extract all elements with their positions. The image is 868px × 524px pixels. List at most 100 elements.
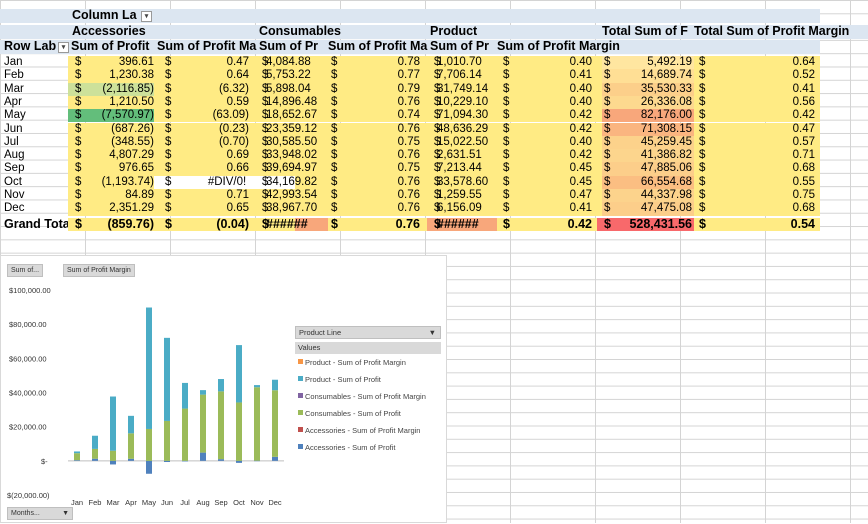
row-label: Feb xyxy=(4,69,24,82)
value-c: 23,359.12 xyxy=(266,122,318,135)
total-sum-profit-header: Total Sum of F xyxy=(602,25,688,38)
value-a: (348.55) xyxy=(111,135,154,148)
value-t: 26,336.08 xyxy=(640,95,692,108)
value-cm: 0.76 xyxy=(397,202,420,215)
bar-mar-series-0 xyxy=(110,460,116,465)
x-tick-label: Mar xyxy=(107,498,120,507)
value-cm: 0.76 xyxy=(395,216,420,231)
pivot-row: Feb $ $ $ $ $ $ $ $1,230.38 0.64 5,753.22 0.77 7,706… xyxy=(0,69,868,83)
value-t: 14,689.74 xyxy=(640,69,692,82)
legend-label: Consumables - Sum of Profit xyxy=(305,409,401,418)
bar-nov-series-1 xyxy=(254,387,260,461)
value-a: (7,570.97) xyxy=(101,109,154,122)
subheader-3: Sum of Profit Ma xyxy=(328,40,428,53)
y-tick-label: $(20,000.00) xyxy=(7,491,50,500)
bar-jul-series-0 xyxy=(182,460,188,462)
pivot-chart[interactable]: Sum of... Sum of Profit Margin $100,000.… xyxy=(0,255,447,523)
x-tick-label: Apr xyxy=(125,498,137,507)
row-label: Grand Tota xyxy=(4,217,68,231)
bar-sep-series-2 xyxy=(218,379,224,392)
bar-jun-series-1 xyxy=(164,420,170,461)
value-p: 6,156.09 xyxy=(437,202,482,215)
value-cm: 0.76 xyxy=(397,149,420,162)
row-labels-filter-button[interactable]: ▾ xyxy=(58,42,69,53)
value-c: 14,896.48 xyxy=(266,95,318,108)
value-p: 7,213.44 xyxy=(437,162,482,175)
subheader-5: Sum of Profit Margin xyxy=(497,40,620,53)
value-pm: 0.47 xyxy=(569,189,592,201)
legend-item: Accessories - Sum of Profit Margin xyxy=(295,422,441,439)
legend-item: Consumables - Sum of Profit xyxy=(295,405,441,422)
value-a: 1,230.38 xyxy=(109,69,154,82)
row-labels: Row Lab xyxy=(4,40,57,53)
legend-filter-product-line[interactable]: Product Line ▼ xyxy=(295,326,441,339)
value-a: 4,807.29 xyxy=(109,149,154,162)
bar-sep-series-0 xyxy=(218,459,224,461)
value-a: 976.65 xyxy=(118,162,154,175)
pivot-row: Oct $ $ $ $ $ $ $ $ (1,193.74) #DIV/0! 34,169.82 0.7… xyxy=(0,175,868,189)
y-tick-label: $- xyxy=(41,457,48,466)
value-cm: 0.77 xyxy=(397,69,420,82)
legend-label: Consumables - Sum of Profit Margin xyxy=(305,392,426,401)
bar-may-series-0 xyxy=(146,460,152,474)
value-cm: 0.76 xyxy=(397,189,420,201)
bar-dec-series-1 xyxy=(272,390,278,457)
legend-label: Product - Sum of Profit Margin xyxy=(305,358,406,367)
bar-aug-series-0 xyxy=(200,452,206,461)
value-tm: 0.56 xyxy=(792,95,815,108)
pivot-row: Jan $ $ $ $ $ $ $ $396.61 0.47 4,084.88 0.78 1,010.7… xyxy=(0,56,868,70)
x-tick-label: Jul xyxy=(180,498,190,507)
column-labels-filter-button[interactable]: ▾ xyxy=(141,11,152,22)
value-tm: 0.68 xyxy=(792,202,815,215)
value-p: 1,010.70 xyxy=(437,56,482,68)
bar-may-series-2 xyxy=(146,307,152,429)
legend-item: Product - Sum of Profit Margin xyxy=(295,354,441,371)
legend-label: Accessories - Sum of Profit Margin xyxy=(305,426,421,435)
value-c: 5,898.04 xyxy=(266,82,311,95)
subheader-4: Sum of Pr xyxy=(430,40,490,53)
bar-jun-series-0 xyxy=(164,460,170,463)
x-tick-label: Jan xyxy=(71,498,83,507)
group-consumables: Consumables xyxy=(259,24,341,38)
value-cm: 0.74 xyxy=(397,109,420,122)
x-tick-label: Sep xyxy=(214,498,227,507)
value-am: 0.64 xyxy=(226,69,249,82)
value-am: 0.47 xyxy=(226,56,249,68)
value-tm: 0.68 xyxy=(792,162,815,175)
value-a: (1,193.74) xyxy=(101,175,154,188)
value-p: 7,706.14 xyxy=(437,69,482,82)
pivot-row: Jun $ $ $ $ $ $ $ $ (687.26) (0.23) 23,359.12 0.76 48… xyxy=(0,122,868,136)
axis-field-label: Months... xyxy=(11,510,40,517)
value-a: 2,351.29 xyxy=(109,202,154,215)
value-c: ###### xyxy=(266,216,308,231)
value-a: 1,210.50 xyxy=(109,95,154,108)
pivot-row: Nov $ $ $ $ $ $ $ $84.89 0.71 42,993.54 0.76 1,259.5… xyxy=(0,189,868,203)
legend-label: Accessories - Sum of Profit xyxy=(305,443,396,452)
bar-aug-series-1 xyxy=(200,394,206,453)
row-label: Mar xyxy=(4,82,24,95)
pivot-row: Apr $ $ $ $ $ $ $ $1,210.50 0.59 14,896.48 0.76 10,2… xyxy=(0,95,868,110)
row-label: Dec xyxy=(4,202,25,215)
bar-dec-series-0 xyxy=(272,456,278,461)
bar-apr-series-1 xyxy=(128,433,134,459)
value-am: 0.59 xyxy=(226,95,249,108)
pivot-row: Sep $ $ $ $ $ $ $ $976.65 0.66 39,694.97 0.75 7,213.… xyxy=(0,162,868,176)
value-p: 1,259.55 xyxy=(437,189,482,201)
pivot-header-row-2: Accessories Consumables Product Total Sum o… xyxy=(0,24,868,39)
bar-sep-series-1 xyxy=(218,391,224,460)
axis-field-months[interactable]: Months... ▼ xyxy=(7,507,73,520)
value-cm: 0.78 xyxy=(397,56,420,68)
row-label: Aug xyxy=(4,149,25,162)
value-am: 0.71 xyxy=(226,189,249,201)
y-tick-label: $100,000.00 xyxy=(9,286,51,295)
bar-feb-series-2 xyxy=(92,435,98,449)
x-tick-label: Oct xyxy=(233,498,246,507)
value-tm: 0.41 xyxy=(792,82,815,95)
bar-oct-series-0 xyxy=(236,460,242,463)
x-tick-label: Feb xyxy=(89,498,102,507)
value-t: 82,176.00 xyxy=(640,109,692,122)
bar-feb-series-1 xyxy=(92,448,98,459)
value-c: 39,694.97 xyxy=(266,162,318,175)
y-tick-label: $40,000.00 xyxy=(9,389,47,398)
row-label: Apr xyxy=(4,95,22,108)
